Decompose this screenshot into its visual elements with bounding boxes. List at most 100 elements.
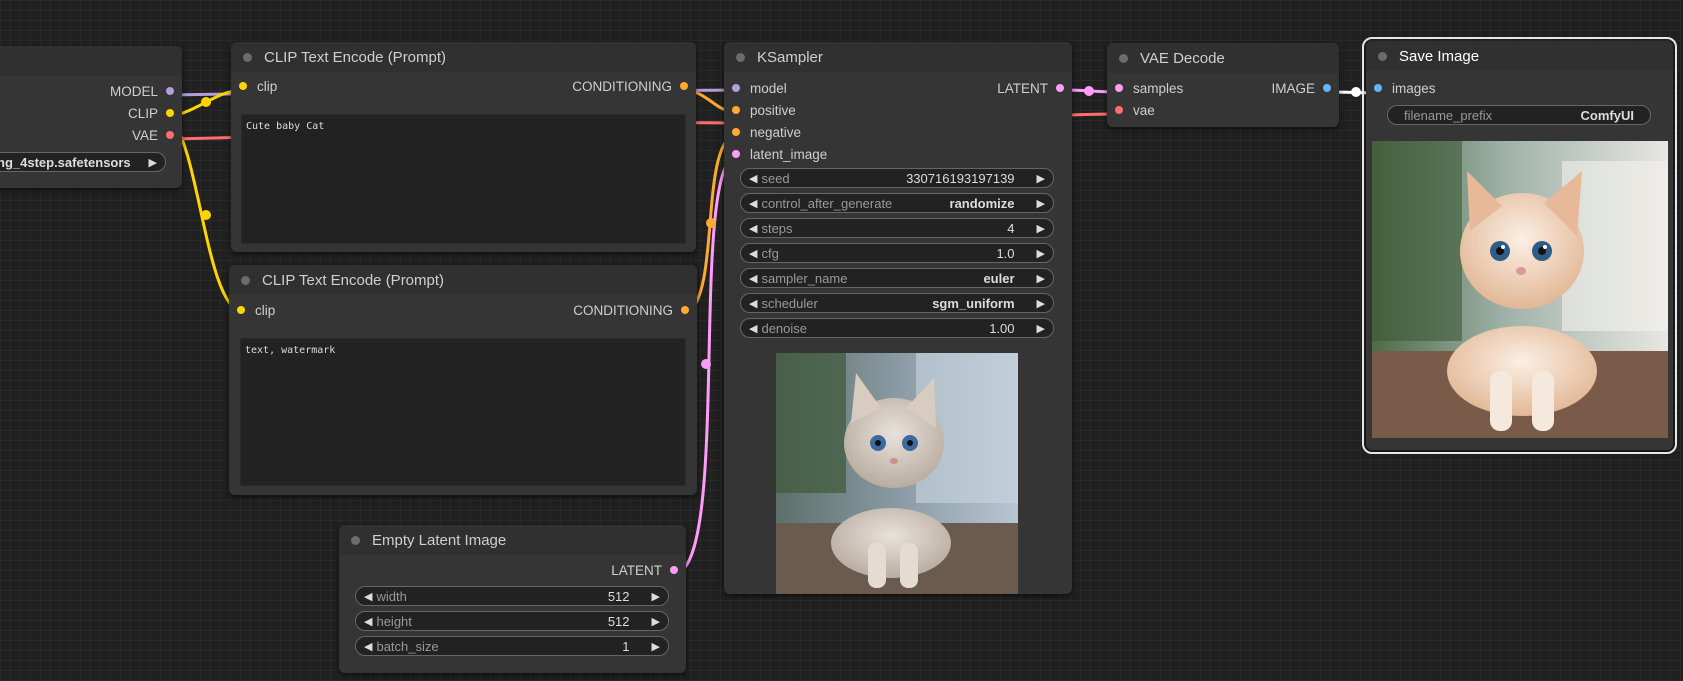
left-triangle-icon[interactable]: ◀ [749, 197, 757, 210]
left-triangle-icon[interactable]: ◀ [749, 222, 757, 235]
right-triangle-icon[interactable]: ▶ [1037, 222, 1045, 235]
right-triangle-icon[interactable]: ▶ [652, 640, 660, 653]
checkpoint-loader-node[interactable]: MODEL CLIP VAE ng_4step.safetensors ▶ [0, 46, 182, 188]
widget-value: 512 [607, 588, 630, 604]
left-triangle-icon[interactable]: ◀ [364, 615, 372, 628]
filename-prefix-field[interactable]: filename_prefix ComfyUI [1387, 105, 1651, 125]
right-triangle-icon[interactable]: ▶ [652, 590, 660, 603]
input-samples[interactable]: samples [1115, 77, 1183, 99]
slot-dot-icon[interactable] [166, 131, 174, 139]
node-header[interactable]: KSampler [724, 42, 1072, 72]
slot-dot-icon[interactable] [166, 87, 174, 95]
save-image-node[interactable]: Save Image images filename_prefix ComfyU… [1362, 37, 1677, 454]
slot-dot-icon[interactable] [732, 128, 740, 136]
ckpt-name-combo[interactable]: ng_4step.safetensors ▶ [0, 152, 166, 172]
collapse-dot-icon[interactable] [243, 52, 252, 62]
right-triangle-icon[interactable]: ▶ [1037, 322, 1045, 335]
slot-dot-icon[interactable] [237, 306, 245, 314]
right-triangle-icon[interactable]: ▶ [1037, 247, 1045, 260]
slot-label: model [750, 80, 787, 96]
batch-size-widget[interactable]: ◀ batch_size 1 ▶ [355, 636, 669, 656]
height-widget[interactable]: ◀ height 512 ▶ [355, 611, 669, 631]
node-title: CLIP Text Encode (Prompt) [262, 271, 445, 289]
output-latent[interactable]: LATENT [997, 77, 1064, 99]
collapse-dot-icon[interactable] [351, 535, 360, 545]
steps-widget[interactable]: ◀ steps 4 ▶ [740, 218, 1054, 238]
seed-widget[interactable]: ◀ seed 330716193197139 ▶ [740, 168, 1054, 188]
collapse-dot-icon[interactable] [1378, 51, 1387, 61]
input-vae[interactable]: vae [1107, 99, 1339, 121]
input-latent-image[interactable]: latent_image [724, 143, 1072, 165]
cfg-widget[interactable]: ◀ cfg 1.0 ▶ [740, 243, 1054, 263]
slot-dot-icon[interactable] [1056, 84, 1064, 92]
node-header[interactable] [0, 46, 182, 76]
collapse-dot-icon[interactable] [1119, 53, 1128, 63]
reroute-dot [1084, 86, 1094, 96]
ksampler-node[interactable]: KSampler model LATENT positive negative … [724, 42, 1072, 594]
left-triangle-icon[interactable]: ◀ [749, 247, 757, 260]
output-image[interactable]: IMAGE [1271, 77, 1331, 99]
input-clip[interactable]: clip [237, 299, 275, 321]
left-triangle-icon[interactable]: ◀ [749, 272, 757, 285]
input-positive[interactable]: positive [724, 99, 1072, 121]
right-triangle-icon[interactable]: ▶ [149, 156, 157, 169]
denoise-widget[interactable]: ◀ denoise 1.00 ▶ [740, 318, 1054, 338]
kitten-output-picture [1372, 141, 1668, 438]
slot-label: positive [750, 102, 796, 118]
node-header[interactable]: Save Image [1366, 41, 1673, 71]
output-clip[interactable]: CLIP [0, 102, 182, 124]
sampler-name-combo[interactable]: ◀ sampler_name euler ▶ [740, 268, 1054, 288]
slot-dot-icon[interactable] [1115, 84, 1123, 92]
slot-dot-icon[interactable] [732, 84, 740, 92]
width-widget[interactable]: ◀ width 512 ▶ [355, 586, 669, 606]
control-after-generate-combo[interactable]: ◀ control_after_generate randomize ▶ [740, 193, 1054, 213]
slot-dot-icon[interactable] [1374, 84, 1382, 92]
slot-label: MODEL [109, 83, 158, 99]
vae-decode-node[interactable]: VAE Decode samples IMAGE vae [1107, 43, 1339, 127]
clip-text-encode-positive-node[interactable]: CLIP Text Encode (Prompt) clip CONDITION… [231, 42, 696, 252]
widget-value: euler [983, 270, 1015, 286]
right-triangle-icon[interactable]: ▶ [1037, 197, 1045, 210]
right-triangle-icon[interactable]: ▶ [1037, 297, 1045, 310]
input-model[interactable]: model [732, 77, 787, 99]
slot-dot-icon[interactable] [732, 106, 740, 114]
node-header[interactable]: Empty Latent Image [339, 525, 686, 555]
left-triangle-icon[interactable]: ◀ [749, 322, 757, 335]
node-header[interactable]: CLIP Text Encode (Prompt) [229, 265, 697, 295]
slot-dot-icon[interactable] [670, 566, 678, 574]
node-header[interactable]: VAE Decode [1107, 43, 1339, 73]
input-images[interactable]: images [1366, 77, 1673, 99]
node-title: Empty Latent Image [372, 531, 507, 549]
empty-latent-image-node[interactable]: Empty Latent Image LATENT ◀ width 512 ▶ … [339, 525, 686, 673]
slot-dot-icon[interactable] [680, 82, 688, 90]
right-triangle-icon[interactable]: ▶ [1037, 272, 1045, 285]
collapse-dot-icon[interactable] [241, 275, 250, 285]
left-triangle-icon[interactable]: ◀ [749, 297, 757, 310]
output-model[interactable]: MODEL [0, 80, 182, 102]
output-conditioning[interactable]: CONDITIONING [573, 299, 689, 321]
left-triangle-icon[interactable]: ◀ [364, 640, 372, 653]
prompt-textarea[interactable]: Cute baby Cat [241, 114, 686, 244]
widget-label: height [376, 613, 412, 629]
output-conditioning[interactable]: CONDITIONING [572, 75, 688, 97]
widget-value: 4 [1007, 220, 1015, 236]
slot-dot-icon[interactable] [1115, 106, 1123, 114]
slot-dot-icon[interactable] [732, 150, 740, 158]
scheduler-combo[interactable]: ◀ scheduler sgm_uniform ▶ [740, 293, 1054, 313]
left-triangle-icon[interactable]: ◀ [749, 172, 757, 185]
prompt-textarea[interactable]: text, watermark [240, 338, 686, 486]
clip-text-encode-negative-node[interactable]: CLIP Text Encode (Prompt) clip CONDITION… [229, 265, 697, 495]
slot-dot-icon[interactable] [1323, 84, 1331, 92]
right-triangle-icon[interactable]: ▶ [652, 615, 660, 628]
output-latent[interactable]: LATENT [611, 559, 678, 581]
node-header[interactable]: CLIP Text Encode (Prompt) [231, 42, 696, 72]
input-clip[interactable]: clip [239, 75, 277, 97]
input-negative[interactable]: negative [724, 121, 1072, 143]
output-vae[interactable]: VAE [0, 124, 182, 146]
right-triangle-icon[interactable]: ▶ [1037, 172, 1045, 185]
left-triangle-icon[interactable]: ◀ [364, 590, 372, 603]
slot-dot-icon[interactable] [239, 82, 247, 90]
slot-dot-icon[interactable] [166, 109, 174, 117]
collapse-dot-icon[interactable] [736, 52, 745, 62]
slot-dot-icon[interactable] [681, 306, 689, 314]
